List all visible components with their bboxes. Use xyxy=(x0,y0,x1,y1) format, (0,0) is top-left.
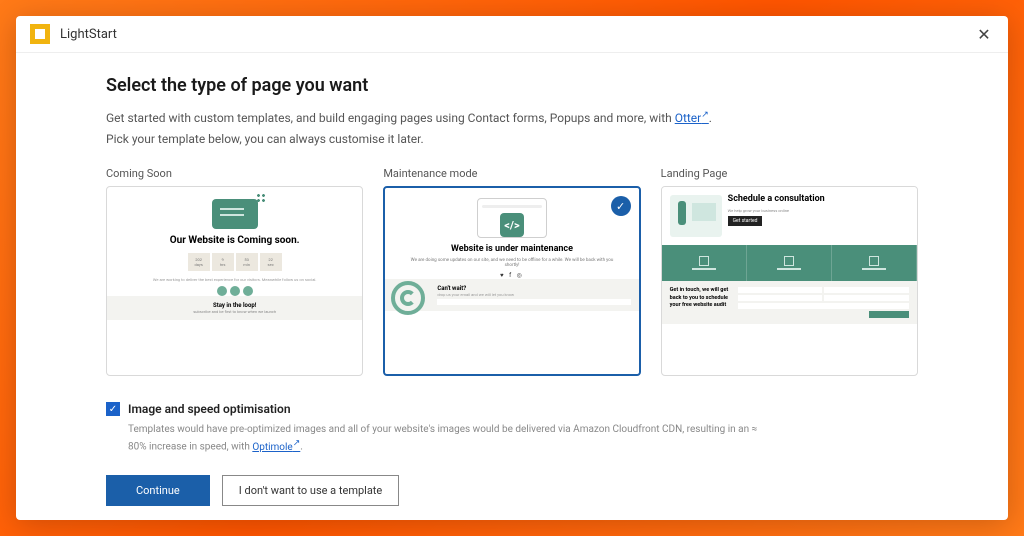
optimisation-desc: Templates would have pre-optimized image… xyxy=(128,422,768,454)
content: Select the type of page you want Get sta… xyxy=(16,53,1008,520)
chat-icon xyxy=(212,199,258,229)
template-option: Maintenance mode ✓ </> Website is under … xyxy=(383,167,640,376)
action-buttons: Continue I don't want to use a template xyxy=(106,475,918,506)
app-name: LightStart xyxy=(60,27,117,42)
at-icon xyxy=(391,281,425,315)
selected-check-icon: ✓ xyxy=(611,196,631,216)
template-title: Our Website is Coming soon. xyxy=(170,235,300,247)
template-card-maintenance[interactable]: ✓ </> Website is under maintenance We ar… xyxy=(383,186,640,376)
continue-button[interactable]: Continue xyxy=(106,475,210,506)
template-option: Coming Soon Our Website is Coming soon. … xyxy=(106,167,363,376)
browser-icon: </> xyxy=(477,198,547,238)
template-label: Maintenance mode xyxy=(383,167,640,180)
send-pill xyxy=(869,311,909,318)
template-card-landing[interactable]: Schedule a consultation We help grow you… xyxy=(661,186,918,376)
external-icon: ↗ xyxy=(701,110,709,120)
template-title: Schedule a consultation xyxy=(728,195,825,205)
optimisation-option: ✓ Image and speed optimisation Templates… xyxy=(106,402,918,454)
page-title: Select the type of page you want xyxy=(106,75,918,96)
feature-strip xyxy=(662,245,917,281)
modal: LightStart ✕ Select the type of page you… xyxy=(16,16,1008,520)
template-option: Landing Page Schedule a consultation We … xyxy=(661,167,918,376)
titlebar: LightStart ✕ xyxy=(16,16,1008,53)
intro-line-2: Pick your template below, you can always… xyxy=(106,130,918,149)
template-sub: We are doing some updates on our site, a… xyxy=(385,258,638,268)
template-label: Coming Soon xyxy=(106,167,363,180)
landing-illustration-icon xyxy=(670,195,722,237)
template-footer: Stay in the loop!subscribe and be first … xyxy=(107,296,362,320)
template-cards: Coming Soon Our Website is Coming soon. … xyxy=(106,167,918,376)
app-logo-icon xyxy=(30,24,50,44)
otter-link[interactable]: Otter↗ xyxy=(675,111,709,125)
template-title: Website is under maintenance xyxy=(451,244,573,255)
social-icons: ♥ f ◎ xyxy=(500,272,524,279)
template-card-coming-soon[interactable]: Our Website is Coming soon. 202days 9hrs… xyxy=(106,186,363,376)
cta-pill: Get started xyxy=(728,216,763,226)
template-label: Landing Page xyxy=(661,167,918,180)
optimisation-checkbox[interactable]: ✓ xyxy=(106,402,120,416)
countdown: 202days 9hrs 53min 22sec xyxy=(188,253,282,271)
code-icon: </> xyxy=(500,213,524,237)
external-icon: ↗ xyxy=(293,438,301,448)
optimole-link[interactable]: Optimole↗ xyxy=(252,442,300,453)
social-icons xyxy=(217,286,253,296)
template-footer: Can't wait?drop us your email and we wil… xyxy=(385,279,638,311)
template-footer: Get in touch, we will get back to you to… xyxy=(662,281,917,324)
close-icon[interactable]: ✕ xyxy=(974,24,994,44)
skip-template-button[interactable]: I don't want to use a template xyxy=(222,475,399,506)
intro-line-1: Get started with custom templates, and b… xyxy=(106,108,918,128)
optimisation-label: Image and speed optimisation xyxy=(128,402,291,416)
